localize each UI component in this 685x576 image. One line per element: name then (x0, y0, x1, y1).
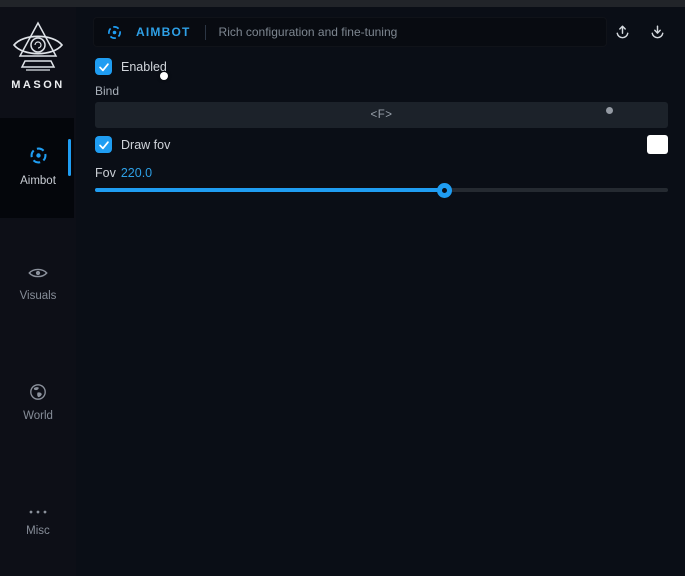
crosshair-icon (28, 145, 49, 171)
sidebar-item-label: World (0, 410, 76, 422)
draw-fov-label: Draw fov (121, 138, 170, 152)
sidebar-item-visuals[interactable]: Visuals (0, 265, 76, 302)
download-icon (649, 24, 666, 40)
section-title: AIMBOT (136, 25, 191, 39)
section-header: AIMBOT Rich configuration and fine-tunin… (93, 17, 607, 47)
fov-slider[interactable] (95, 188, 668, 192)
sidebar-item-label: Misc (0, 525, 76, 537)
ellipsis-icon (27, 503, 49, 521)
sidebar-item-misc[interactable]: Misc (0, 503, 76, 537)
sidebar-item-world[interactable]: World (0, 383, 76, 422)
upload-config-button[interactable] (608, 20, 636, 44)
sidebar-item-label: Aimbot (0, 175, 76, 187)
section-subtitle: Rich configuration and fine-tuning (219, 25, 398, 39)
download-config-button[interactable] (643, 20, 671, 44)
fov-slider-fill (95, 188, 445, 192)
fov-label: Fov (95, 166, 116, 180)
pyramid-eye-icon (12, 21, 64, 73)
globe-icon (29, 383, 47, 406)
draw-fov-checkbox[interactable] (95, 136, 112, 153)
brand-name: MASON (0, 79, 76, 91)
window-top-strip (0, 0, 685, 7)
eye-icon (27, 265, 49, 286)
brand-logo: MASON (0, 21, 76, 91)
bind-input[interactable]: <F> (95, 102, 668, 128)
draw-fov-color-swatch[interactable] (647, 135, 668, 154)
bind-label: Bind (95, 84, 119, 98)
fov-value: 220.0 (121, 166, 152, 180)
crosshair-icon (106, 24, 123, 41)
sidebar-item-aimbot[interactable]: Aimbot (0, 145, 76, 187)
sidebar-item-label: Visuals (0, 290, 76, 302)
fov-value-row: Fov 220.0 (95, 166, 152, 180)
upload-icon (614, 24, 631, 40)
header-divider (205, 25, 206, 40)
fov-slider-thumb[interactable] (437, 183, 452, 198)
enabled-label: Enabled (121, 60, 167, 74)
bind-field-dot (606, 107, 613, 114)
check-icon (97, 60, 111, 74)
mouse-cursor-dot (160, 72, 168, 80)
sidebar: MASON Aimbot Visuals (0, 7, 76, 576)
enabled-checkbox[interactable] (95, 58, 112, 75)
check-icon (97, 138, 111, 152)
app-window: MASON Aimbot Visuals (0, 0, 685, 576)
